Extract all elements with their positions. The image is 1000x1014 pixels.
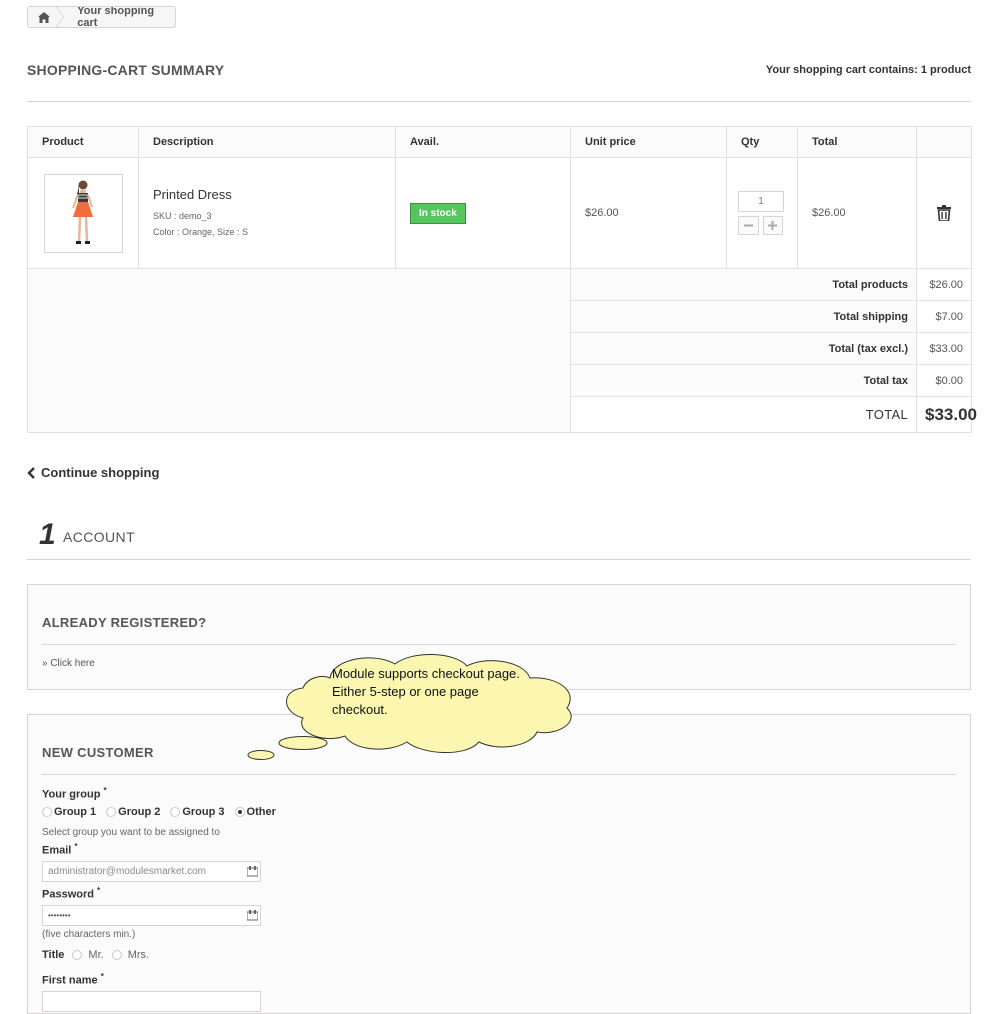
breadcrumb: Your shopping cart (27, 6, 176, 28)
grand-total-value: $33.00 (916, 396, 977, 433)
group-help-text: Select group you want to be assigned to (42, 827, 220, 838)
group-radio-other[interactable]: Other (234, 806, 276, 818)
title-radio-group: Title Mr. Mrs. (42, 949, 149, 961)
total-products-label: Total products (570, 268, 917, 301)
total-tax-label: Total tax (570, 364, 917, 397)
product-attributes: Color : Orange, Size : S (153, 226, 249, 237)
delete-item-button[interactable] (931, 205, 957, 221)
product-image[interactable] (44, 173, 123, 253)
already-registered-title: ALREADY REGISTERED? (42, 615, 207, 630)
cart-count: Your shopping cart contains: 1 product (765, 64, 971, 76)
first-name-field[interactable] (42, 991, 261, 1012)
click-here-link[interactable]: » Click here (42, 658, 95, 669)
group-radio-2[interactable]: Group 2 (106, 806, 160, 818)
minus-icon (743, 224, 753, 227)
col-header: Unit price (570, 126, 727, 158)
decrease-qty-button[interactable] (738, 216, 759, 235)
new-customer-title: NEW CUSTOMER (42, 745, 154, 760)
callout-text: Module supports checkout page. Either 5-… (332, 666, 520, 717)
total-tax-excl-label: Total (tax excl.) (570, 332, 917, 365)
group-radio-1[interactable]: Group 1 (42, 806, 96, 818)
status-badge: In stock (410, 202, 466, 224)
step-title: ACCOUNT (63, 529, 136, 545)
title-radio-mrs[interactable]: Mrs. (111, 949, 149, 961)
cart-header-row: Product Description Avail. Unit price Qt… (27, 126, 972, 158)
email-field[interactable]: administrator@modulesmarket.com (42, 861, 261, 882)
email-label: Email * (42, 842, 78, 857)
first-name-label: First name * (42, 972, 104, 987)
password-label: Password * (42, 886, 101, 901)
total-tax-value: $0.00 (916, 364, 972, 397)
dress-model-image (72, 180, 93, 244)
unit-price: $26.00 (570, 157, 727, 269)
quantity-input[interactable]: 1 (738, 191, 784, 212)
step-number: 1 (39, 518, 56, 551)
autofill-icon (244, 906, 260, 925)
breadcrumb-current: Your shopping cart (77, 6, 155, 28)
total-shipping-value: $7.00 (916, 300, 972, 333)
title-radio-mr[interactable]: Mr. (72, 949, 104, 961)
total-products-value: $26.00 (916, 268, 972, 301)
home-icon (37, 11, 50, 23)
continue-shopping-label: Continue shopping (41, 465, 160, 480)
password-field[interactable]: •••••••• (42, 905, 261, 926)
group-radio-3[interactable]: Group 3 (170, 806, 225, 818)
password-help-text: (five characters min.) (42, 929, 136, 940)
col-header: Qty (726, 126, 798, 158)
total-tax-excl-value: $33.00 (916, 332, 972, 365)
col-header: Total (797, 126, 917, 158)
total-shipping-label: Total shipping (570, 300, 917, 333)
grand-total-label: TOTAL (570, 396, 917, 433)
page-title: SHOPPING-CART SUMMARY (27, 62, 225, 78)
divider (27, 101, 971, 102)
chevron-left-icon (27, 466, 35, 479)
col-header: Product (27, 126, 139, 158)
increase-qty-button[interactable] (762, 216, 783, 235)
title-label: Title (42, 949, 65, 961)
continue-shopping-link[interactable]: Continue shopping (27, 465, 159, 480)
col-header: Description (138, 126, 396, 158)
autofill-icon (244, 862, 260, 881)
plus-icon (768, 221, 778, 230)
col-header: Avail. (395, 126, 571, 158)
product-sku: SKU : demo_3 (153, 210, 212, 221)
cart-table: Product Description Avail. Unit price Qt… (27, 126, 977, 433)
group-radio-group: Group 1 Group 2 Group 3 Other (42, 806, 280, 818)
line-total: $26.00 (797, 157, 917, 269)
group-label: Your group * (42, 786, 107, 801)
trash-icon (937, 205, 951, 221)
product-name[interactable]: Printed Dress (153, 187, 381, 202)
divider (27, 559, 971, 560)
table-row: Printed Dress SKU : demo_3 Color : Orang… (27, 157, 972, 269)
